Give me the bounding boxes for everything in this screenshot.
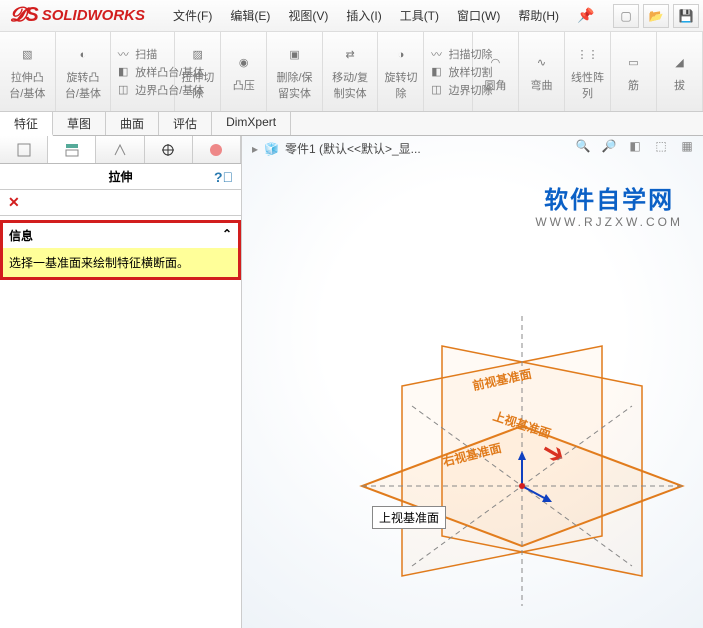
- panel-title-bar: 拉伸 ?⃝: [0, 164, 241, 190]
- loft-cut-icon: ◧: [428, 64, 444, 80]
- ribbon-extrude-boss[interactable]: ▧ 拉伸凸台/基体: [0, 32, 56, 111]
- view-orient-icon[interactable]: ⬚: [651, 136, 671, 156]
- ribbon-extrude-cut[interactable]: ▨ 拉伸切除: [175, 32, 221, 111]
- draft-icon: ◢: [667, 51, 691, 75]
- heads-up-toolbar: 🔍 🔎 ◧ ⬚ ▦: [573, 136, 697, 156]
- press-icon: ◉: [232, 51, 256, 75]
- qat-new-button[interactable]: ▢: [613, 4, 639, 28]
- flex-icon: ∿: [529, 51, 553, 75]
- menu-file[interactable]: 文件(F): [165, 3, 220, 28]
- ribbon-linear-pattern[interactable]: ⋮⋮ 线性阵列: [565, 32, 611, 111]
- linear-pattern-icon: ⋮⋮: [575, 43, 599, 67]
- sweep-icon: 〰: [115, 46, 131, 62]
- breadcrumb-part-name[interactable]: 零件1 (默认<<默认>_显...: [285, 140, 421, 157]
- revolve-boss-icon: ◐: [71, 43, 95, 67]
- graphics-viewport[interactable]: ▸ 🧊 零件1 (默认<<默认>_显... 🔍 🔎 ◧ ⬚ ▦ 软件自学网 WW…: [242, 136, 703, 628]
- cancel-button[interactable]: ✕: [8, 194, 20, 211]
- command-tabs: 特征 草图 曲面 评估 DimXpert: [0, 112, 703, 136]
- move-copy-icon: ⇄: [338, 43, 362, 67]
- reference-planes[interactable]: [322, 256, 702, 616]
- pin-icon[interactable]: 📌: [577, 7, 594, 24]
- feature-manager-panel: 拉伸 ?⃝ ✕ 信息 ⌃ 选择一基准面来绘制特征横断面。: [0, 136, 242, 628]
- panel-help-icon[interactable]: ?⃝: [214, 169, 233, 185]
- ribbon-delete-keep[interactable]: ▣ 删除/保留实体: [267, 32, 323, 111]
- qat-open-button[interactable]: 📂: [643, 4, 669, 28]
- boundary-cut-icon: ◫: [428, 82, 444, 98]
- breadcrumb-arrow-icon[interactable]: ▸: [252, 142, 258, 156]
- tab-dimxpert[interactable]: DimXpert: [212, 112, 291, 135]
- logo-ds-icon: 𝓓S: [10, 4, 39, 27]
- info-box: 信息 ⌃ 选择一基准面来绘制特征横断面。: [0, 220, 241, 280]
- panel-tab-config[interactable]: [96, 136, 144, 163]
- tab-evaluate[interactable]: 评估: [159, 112, 212, 135]
- collapse-icon[interactable]: ⌃: [222, 227, 232, 244]
- watermark-cn: 软件自学网: [535, 180, 683, 215]
- part-icon: 🧊: [264, 142, 279, 156]
- ribbon-move-copy[interactable]: ⇄ 移动/复制实体: [323, 32, 379, 111]
- zoom-fit-icon[interactable]: 🔍: [573, 136, 593, 156]
- ribbon-draft[interactable]: ◢ 拔: [657, 32, 703, 111]
- section-view-icon[interactable]: ◧: [625, 136, 645, 156]
- watermark-url: WWW.RJZXW.COM: [535, 215, 683, 229]
- tab-surface[interactable]: 曲面: [106, 112, 159, 135]
- menu-help[interactable]: 帮助(H): [510, 3, 567, 28]
- ribbon-cut-group: 〰扫描切除 ◧放样切割 ◫边界切除: [424, 32, 473, 111]
- plane-tooltip: 上视基准面: [372, 506, 446, 529]
- panel-tab-appearance[interactable]: [193, 136, 241, 163]
- ribbon-sweep[interactable]: 〰扫描: [115, 46, 157, 62]
- qat-save-button[interactable]: 💾: [673, 4, 699, 28]
- ribbon-revolve-boss[interactable]: ◐ 旋转凸台/基体: [56, 32, 112, 111]
- extrude-boss-icon: ▧: [15, 43, 39, 67]
- quick-access-toolbar: ▢ 📂 💾: [613, 4, 699, 28]
- menu-view[interactable]: 视图(V): [280, 3, 336, 28]
- app-name: SOLIDWORKS: [42, 7, 145, 24]
- title-bar: 𝓓S SOLIDWORKS 文件(F) 编辑(E) 视图(V) 插入(I) 工具…: [0, 0, 703, 32]
- workspace: 拉伸 ?⃝ ✕ 信息 ⌃ 选择一基准面来绘制特征横断面。 ▸ 🧊 零件1 (默认…: [0, 136, 703, 628]
- panel-action-row: ✕: [0, 190, 241, 216]
- info-header[interactable]: 信息 ⌃: [3, 223, 238, 248]
- app-logo: 𝓓S SOLIDWORKS: [0, 4, 155, 27]
- panel-tab-dim[interactable]: [145, 136, 193, 163]
- loft-icon: ◧: [115, 64, 131, 80]
- sweep-cut-icon: 〰: [428, 46, 444, 62]
- panel-tab-property[interactable]: [48, 136, 96, 163]
- rib-icon: ▭: [621, 51, 645, 75]
- boundary-icon: ◫: [115, 82, 131, 98]
- ribbon-revolve-cut[interactable]: ◑ 旋转切除: [378, 32, 424, 111]
- menu-window[interactable]: 窗口(W): [449, 3, 508, 28]
- zoom-area-icon[interactable]: 🔎: [599, 136, 619, 156]
- ribbon-flex[interactable]: ∿ 弯曲: [519, 32, 565, 111]
- info-message: 选择一基准面来绘制特征横断面。: [3, 248, 238, 277]
- ribbon-press[interactable]: ◉ 凸压: [221, 32, 267, 111]
- ribbon-fillet[interactable]: ◠ 圆角: [473, 32, 519, 111]
- ribbon-rib[interactable]: ▭ 筋: [611, 32, 657, 111]
- ribbon-sweep-group: 〰扫描 ◧放样凸台/基体 ◫边界凸台/基体: [111, 32, 175, 111]
- menu-tools[interactable]: 工具(T): [392, 3, 447, 28]
- panel-tab-feature-tree[interactable]: [0, 136, 48, 163]
- menu-bar: 文件(F) 编辑(E) 视图(V) 插入(I) 工具(T) 窗口(W) 帮助(H…: [165, 3, 567, 28]
- tab-sketch[interactable]: 草图: [53, 112, 106, 135]
- watermark: 软件自学网 WWW.RJZXW.COM: [535, 180, 683, 229]
- panel-title-text: 拉伸: [108, 168, 132, 185]
- extrude-cut-icon: ▨: [186, 43, 210, 67]
- tab-features[interactable]: 特征: [0, 112, 53, 136]
- breadcrumb: ▸ 🧊 零件1 (默认<<默认>_显...: [252, 140, 421, 157]
- fillet-icon: ◠: [483, 51, 507, 75]
- info-header-text: 信息: [9, 227, 33, 244]
- delete-keep-icon: ▣: [283, 43, 307, 67]
- display-style-icon[interactable]: ▦: [677, 136, 697, 156]
- ribbon: ▧ 拉伸凸台/基体 ◐ 旋转凸台/基体 〰扫描 ◧放样凸台/基体 ◫边界凸台/基…: [0, 32, 703, 112]
- origin-point[interactable]: [519, 483, 525, 489]
- revolve-cut-icon: ◑: [389, 43, 413, 67]
- menu-insert[interactable]: 插入(I): [338, 3, 389, 28]
- menu-edit[interactable]: 编辑(E): [222, 3, 278, 28]
- panel-tab-strip: [0, 136, 241, 164]
